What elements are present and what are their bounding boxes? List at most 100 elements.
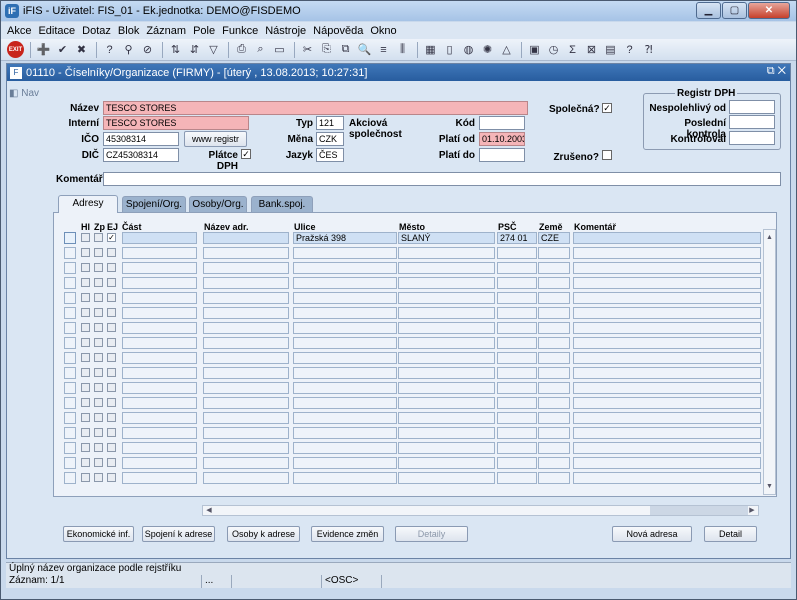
- checkbox-hl[interactable]: [81, 263, 90, 272]
- checkbox-ej[interactable]: [107, 458, 116, 467]
- cell-ulice[interactable]: [293, 337, 397, 349]
- nav-label[interactable]: ◧ Nav: [9, 88, 39, 99]
- checkbox-zp[interactable]: [94, 353, 103, 362]
- cell-psc[interactable]: 274 01: [497, 232, 537, 244]
- cell-psc[interactable]: [497, 472, 537, 484]
- row-selector[interactable]: [64, 457, 76, 469]
- row-selector[interactable]: [64, 232, 76, 244]
- cell-mesto[interactable]: [398, 322, 495, 334]
- scroll-up-icon[interactable]: ▲: [764, 232, 775, 243]
- checkbox-hl[interactable]: [81, 353, 90, 362]
- zruseno-checkbox[interactable]: [602, 150, 612, 160]
- kontroloval-field[interactable]: [729, 131, 775, 145]
- row-selector[interactable]: [64, 442, 76, 454]
- cell-mesto[interactable]: [398, 247, 495, 259]
- checkbox-zp[interactable]: [94, 413, 103, 422]
- cell-komentar[interactable]: [573, 322, 761, 334]
- align-icon[interactable]: ≡: [375, 41, 392, 58]
- cell-komentar[interactable]: [573, 472, 761, 484]
- cut-icon[interactable]: ✂: [299, 41, 316, 58]
- cell-cast[interactable]: [122, 307, 197, 319]
- checkbox-zp[interactable]: [94, 368, 103, 377]
- kod-field[interactable]: [479, 116, 525, 130]
- cell-zeme[interactable]: [538, 337, 570, 349]
- cell-ulice[interactable]: [293, 382, 397, 394]
- cell-cast[interactable]: [122, 427, 197, 439]
- cell-psc[interactable]: [497, 382, 537, 394]
- cell-psc[interactable]: [497, 457, 537, 469]
- filter-icon[interactable]: ▽: [205, 41, 222, 58]
- cell-psc[interactable]: [497, 337, 537, 349]
- cell-nazev-adr[interactable]: [203, 457, 289, 469]
- grid-vertical-scrollbar[interactable]: ▲ ▼: [763, 229, 776, 495]
- cell-psc[interactable]: [497, 412, 537, 424]
- checkbox-hl[interactable]: [81, 398, 90, 407]
- paste-icon[interactable]: ⧉: [337, 41, 354, 58]
- row-selector[interactable]: [64, 367, 76, 379]
- checkbox-ej[interactable]: ✓: [107, 233, 116, 242]
- table-icon[interactable]: ▦: [422, 41, 439, 58]
- cell-psc[interactable]: [497, 262, 537, 274]
- cell-zeme[interactable]: [538, 307, 570, 319]
- checkbox-hl[interactable]: [81, 473, 90, 482]
- clock-icon[interactable]: ◷: [545, 41, 562, 58]
- checkbox-zp[interactable]: [94, 383, 103, 392]
- spojeni-k-adrese-button[interactable]: Spojení k adrese: [142, 526, 215, 542]
- cell-ulice[interactable]: [293, 472, 397, 484]
- checkbox-hl[interactable]: [81, 368, 90, 377]
- cell-psc[interactable]: [497, 307, 537, 319]
- nazev-field[interactable]: TESCO STORES: [103, 101, 528, 115]
- checkbox-ej[interactable]: [107, 383, 116, 392]
- detail-button[interactable]: Detail: [704, 526, 757, 542]
- checkbox-zp[interactable]: [94, 458, 103, 467]
- cell-komentar[interactable]: [573, 292, 761, 304]
- posledni-kontrola-field[interactable]: [729, 115, 775, 129]
- cell-zeme[interactable]: [538, 292, 570, 304]
- row-selector[interactable]: [64, 247, 76, 259]
- globe-icon[interactable]: ◍: [460, 41, 477, 58]
- cell-cast[interactable]: [122, 457, 197, 469]
- cell-mesto[interactable]: [398, 337, 495, 349]
- cell-mesto[interactable]: [398, 442, 495, 454]
- plati-do-field[interactable]: [479, 148, 525, 162]
- row-selector[interactable]: [64, 322, 76, 334]
- nova-adresa-button[interactable]: Nová adresa: [612, 526, 692, 542]
- cell-komentar[interactable]: [573, 412, 761, 424]
- cell-cast[interactable]: [122, 247, 197, 259]
- cell-psc[interactable]: [497, 322, 537, 334]
- checkbox-ej[interactable]: [107, 353, 116, 362]
- cell-cast[interactable]: [122, 232, 197, 244]
- checkbox-zp[interactable]: [94, 338, 103, 347]
- row-selector[interactable]: [64, 382, 76, 394]
- mena-field[interactable]: CZK: [316, 132, 344, 146]
- checkbox-zp[interactable]: [94, 323, 103, 332]
- www-registr-button[interactable]: www registr: [184, 131, 247, 147]
- cell-mesto[interactable]: [398, 352, 495, 364]
- maximize-button[interactable]: ▢: [722, 2, 747, 19]
- row-selector[interactable]: [64, 262, 76, 274]
- cell-cast[interactable]: [122, 352, 197, 364]
- cell-komentar[interactable]: [573, 277, 761, 289]
- checkbox-zp[interactable]: [94, 443, 103, 452]
- cell-komentar[interactable]: [573, 382, 761, 394]
- spolecna-checkbox[interactable]: ✓: [602, 103, 612, 113]
- checkbox-zp[interactable]: [94, 278, 103, 287]
- query-enter-icon[interactable]: ?: [101, 41, 118, 58]
- cell-cast[interactable]: [122, 397, 197, 409]
- checkbox-ej[interactable]: [107, 248, 116, 257]
- cell-komentar[interactable]: [573, 247, 761, 259]
- export-icon[interactable]: ▭: [271, 41, 288, 58]
- context-help-icon[interactable]: ⁈: [640, 41, 657, 58]
- cell-ulice[interactable]: [293, 442, 397, 454]
- cell-psc[interactable]: [497, 367, 537, 379]
- checkbox-ej[interactable]: [107, 293, 116, 302]
- menu-nastroje[interactable]: Nástroje: [265, 25, 306, 37]
- cell-nazev-adr[interactable]: [203, 352, 289, 364]
- row-selector[interactable]: [64, 352, 76, 364]
- cell-ulice[interactable]: [293, 457, 397, 469]
- cell-zeme[interactable]: [538, 352, 570, 364]
- help-icon[interactable]: ?: [621, 41, 638, 58]
- print-preview-icon[interactable]: ⌕: [252, 41, 269, 58]
- checkbox-hl[interactable]: [81, 308, 90, 317]
- grid-horizontal-scrollbar[interactable]: ◀ ▶: [202, 505, 759, 516]
